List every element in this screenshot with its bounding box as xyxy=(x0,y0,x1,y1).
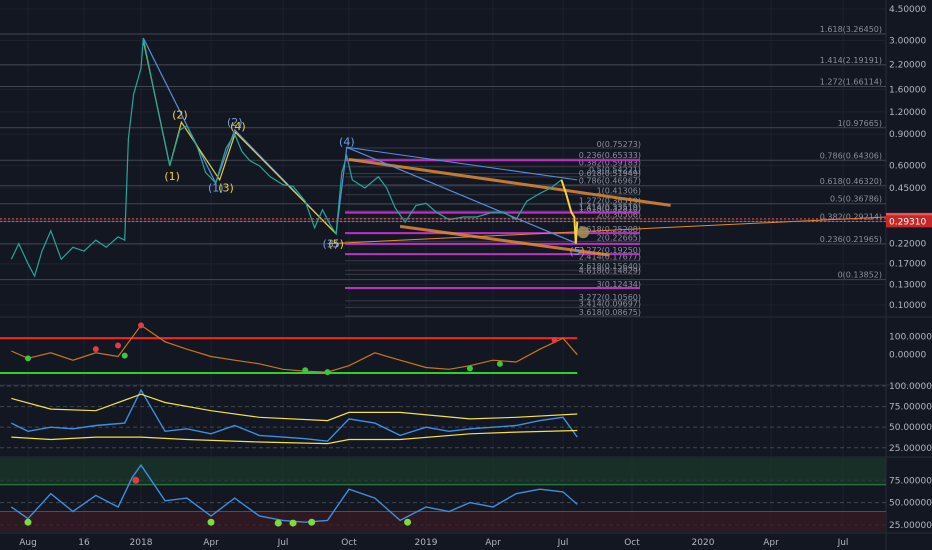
signal-dot-green xyxy=(121,352,128,359)
y-tick-label: 50.00000 xyxy=(889,423,932,433)
y-tick-label: 0.17000 xyxy=(889,260,926,270)
signal-dot-green xyxy=(496,360,503,367)
fib-level-label: 0(0.13852) xyxy=(838,271,882,280)
x-tick-label: 2019 xyxy=(415,538,438,548)
last-price-label: 0.29310 xyxy=(889,217,926,227)
fib-level-label: 2(0.22665) xyxy=(597,233,641,242)
x-tick-label: Apr xyxy=(203,538,219,548)
fib-level-label: 0.786(0.64306) xyxy=(820,151,882,160)
y-tick-label: 100.00000 xyxy=(889,382,932,392)
fib-level-label: 0.236(0.21965) xyxy=(820,235,882,244)
signal-dot-red xyxy=(115,342,122,349)
fib-level-label: 0.618(0.46320) xyxy=(820,177,882,186)
signal-dot-green xyxy=(289,519,297,527)
y-tick-label: 0.90000 xyxy=(889,130,926,140)
tradingview-chart[interactable]: 1.618(3.26450) 1.414(2.19191) 1.272(1.6611… xyxy=(0,0,932,550)
signal-dot-green xyxy=(466,365,473,372)
y-tick-label: 100.00000 xyxy=(889,332,932,342)
oversold-zone xyxy=(0,511,886,532)
y-tick-label: 2.20000 xyxy=(889,61,926,71)
wave-label-blue: (1) xyxy=(208,182,224,195)
x-tick-label: Aug xyxy=(19,538,37,548)
y-tick-label: 25.00000 xyxy=(889,444,932,454)
y-tick-label: 25.00000 xyxy=(889,521,932,531)
signal-dot-red xyxy=(138,322,144,329)
y-tick-label: 1.20000 xyxy=(889,108,926,118)
signal-dot-green xyxy=(207,518,215,526)
wave-label-yellow: (2) xyxy=(172,109,188,122)
y-tick-label: 1.60000 xyxy=(889,85,926,95)
wave-label-blue: (3) xyxy=(323,237,339,250)
signal-dot-green xyxy=(324,369,331,376)
x-tick-label: Apr xyxy=(485,538,501,548)
fib-level-label: 1.272(1.66114) xyxy=(820,77,882,86)
wave-label-yellow: (1) xyxy=(164,170,180,183)
y-tick-label: 3.00000 xyxy=(889,37,926,47)
x-tick-label: 2018 xyxy=(130,538,153,548)
signal-dot-green xyxy=(25,355,31,362)
signal-dot-green xyxy=(302,367,309,374)
fib-level-label: 3.414(0.09697) xyxy=(579,299,641,308)
fib-level-label: 0.786(0.46967) xyxy=(579,177,641,186)
fib-level-label: 0.382(0.29214) xyxy=(820,213,882,222)
signal-dot-green xyxy=(24,518,32,526)
signal-dot-green xyxy=(404,518,412,526)
x-tick-label: Jul xyxy=(557,538,569,548)
fib-level-label: 3.618(0.08675) xyxy=(579,308,641,317)
fib-level-label: 0.5(0.36786) xyxy=(830,195,882,204)
y-tick-label: 0.60000 xyxy=(889,162,926,172)
signal-dot-red xyxy=(132,476,140,484)
fib-level-label: 1.414(2.19191) xyxy=(820,56,882,65)
x-tick-label: Oct xyxy=(341,538,357,548)
y-tick-label: 0.10000 xyxy=(889,301,926,311)
signal-dot-red xyxy=(92,346,99,353)
fib-level-label: 4.618(0.14829) xyxy=(579,266,641,275)
x-tick-label: Jul xyxy=(277,538,289,548)
wave-label-blue: (4) xyxy=(339,135,355,148)
x-tick-label: Oct xyxy=(624,538,640,548)
x-tick-label: Apr xyxy=(763,538,779,548)
y-tick-label: 75.00000 xyxy=(889,403,932,413)
marker-dot xyxy=(577,226,590,239)
y-tick-label: 50.00000 xyxy=(889,499,932,509)
y-tick-label: 0.00000 xyxy=(889,351,926,361)
wave-label-blue: (2) xyxy=(227,116,243,129)
x-tick-label: 2020 xyxy=(692,538,715,548)
y-tick-label: 4.50000 xyxy=(889,5,926,15)
x-tick-label: Jul xyxy=(837,538,849,548)
y-tick-label: 0.45000 xyxy=(889,184,926,194)
signal-dot-green xyxy=(308,518,316,526)
wave-label-blue: (5) xyxy=(569,245,585,258)
fib-level-label: 1.618(3.26450) xyxy=(820,25,882,34)
y-tick-label: 0.13000 xyxy=(889,281,926,291)
signal-dot-green xyxy=(274,519,282,527)
signal-dot-red xyxy=(551,337,558,343)
fib-level-label: 1(0.97665) xyxy=(838,119,882,128)
y-tick-label: 75.00000 xyxy=(889,476,932,486)
x-tick-label: 16 xyxy=(78,538,90,548)
y-tick-label: 0.22000 xyxy=(889,240,926,250)
fib-level-label: 0(0.75273) xyxy=(597,140,641,149)
